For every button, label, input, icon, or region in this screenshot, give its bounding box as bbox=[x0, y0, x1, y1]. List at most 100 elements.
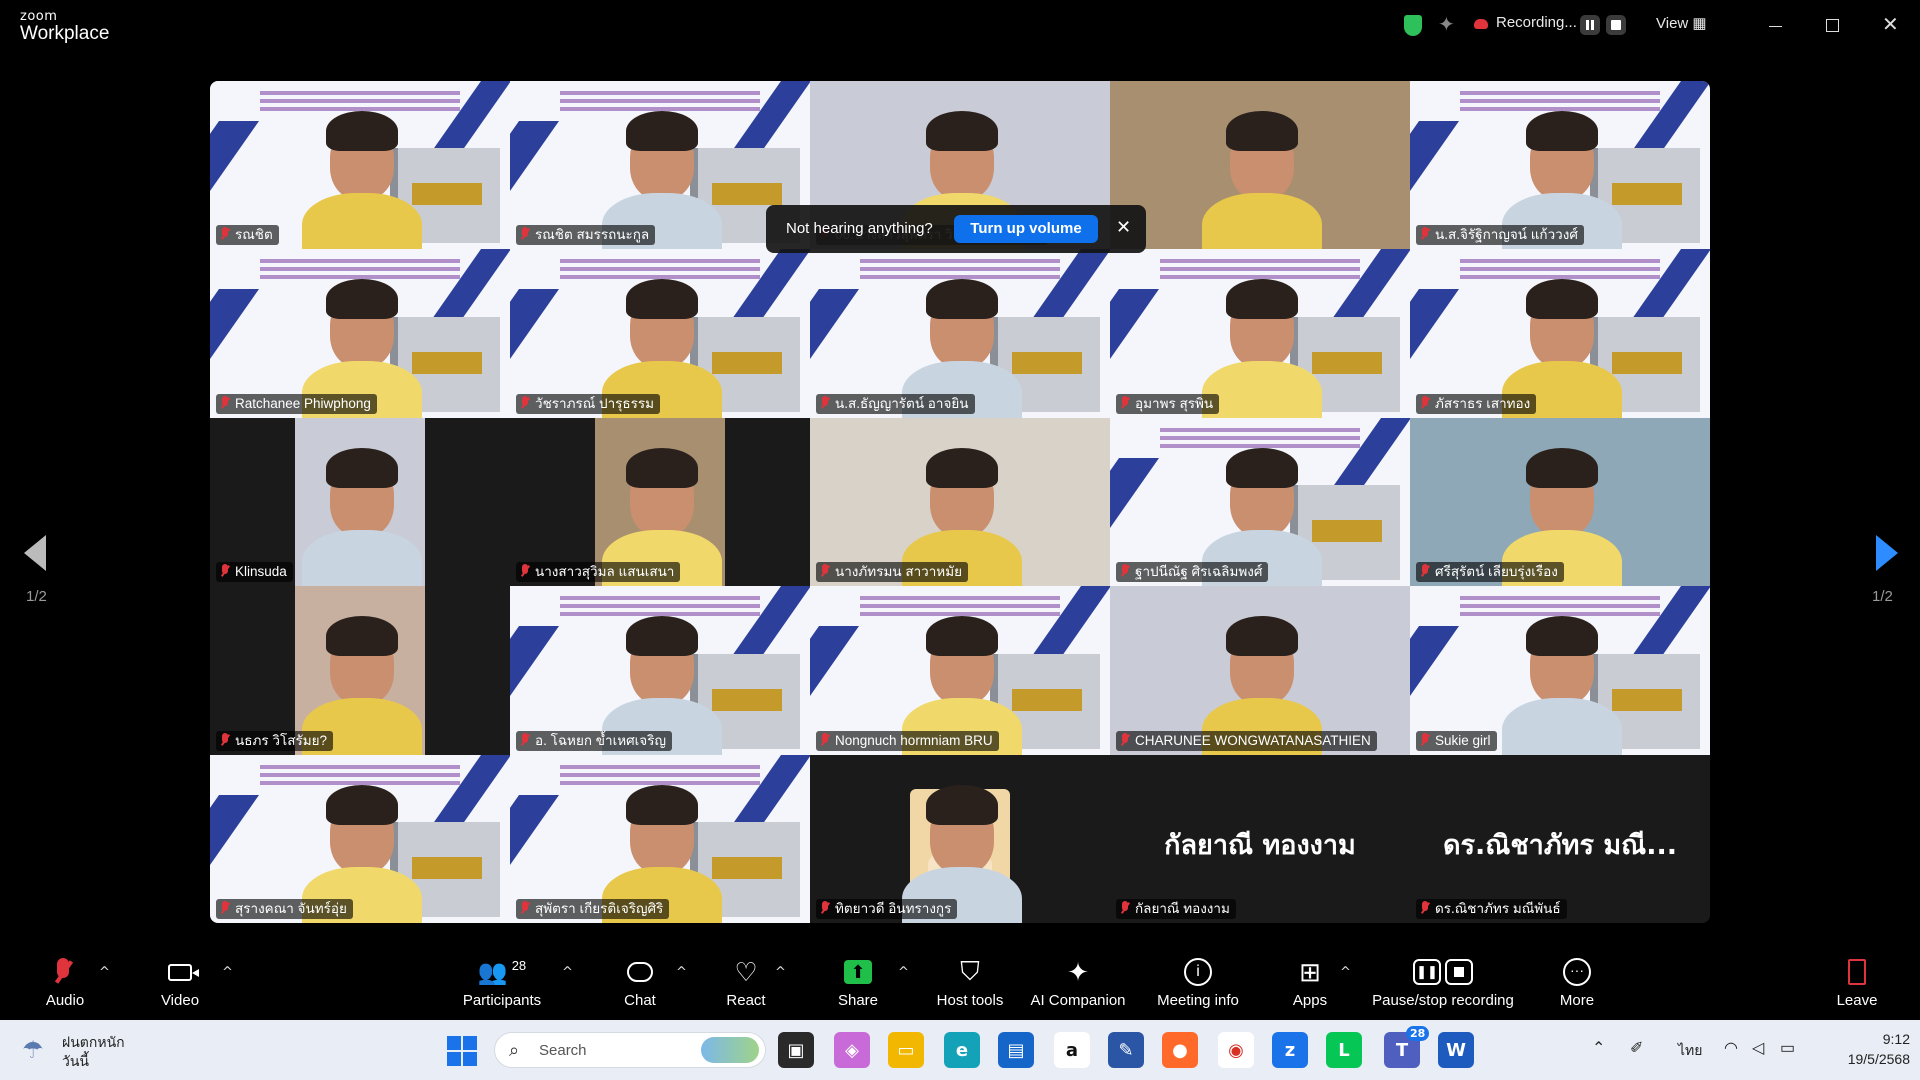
next-page-arrow[interactable] bbox=[1876, 535, 1898, 571]
pause-stop-recording-button[interactable]: ❚❚ Pause/stop recording bbox=[1368, 955, 1518, 1009]
participant-name-label: Ratchanee Phiwphong bbox=[216, 393, 377, 414]
zoom-app-icon[interactable]: z bbox=[1272, 1032, 1308, 1068]
clock-date[interactable]: 19/5/2568 bbox=[1818, 1051, 1910, 1067]
chevron-up-icon[interactable]: ⌃ bbox=[1592, 1038, 1605, 1058]
mic-muted-icon bbox=[40, 955, 90, 989]
apps-button[interactable]: ⊞ Apps bbox=[1285, 955, 1335, 1010]
more-button[interactable]: ··· More bbox=[1552, 955, 1602, 1009]
firefox-icon[interactable]: ● bbox=[1162, 1032, 1198, 1068]
chat-options-caret[interactable]: ^ bbox=[676, 965, 687, 980]
participant-name-label: นางภัทรมน สาวาหมัย bbox=[816, 562, 969, 583]
copilot-icon[interactable]: ◈ bbox=[834, 1032, 870, 1068]
edge-icon[interactable]: e bbox=[944, 1032, 980, 1068]
participant-tile[interactable]: Klinsuda bbox=[210, 417, 510, 587]
leave-button[interactable]: Leave bbox=[1832, 955, 1882, 1009]
participant-name-label: รณชิต bbox=[216, 225, 279, 246]
participant-tile[interactable]: ภัสราธร เสาทอง bbox=[1410, 249, 1710, 418]
meeting-info-button[interactable]: i Meeting info bbox=[1150, 955, 1246, 1009]
sparkle-icon[interactable]: ✦ bbox=[1438, 12, 1455, 36]
participant-tile[interactable]: รณชิต สมรรถนะกูล bbox=[510, 81, 810, 250]
windows-start-icon[interactable] bbox=[447, 1036, 477, 1066]
speaker-muted-icon[interactable]: ◁ bbox=[1752, 1038, 1764, 1058]
participant-tile[interactable]: ฐาปนีณัฐ ศิรเฉลิมพงศ์ bbox=[1110, 417, 1410, 587]
brand-large: Workplace bbox=[20, 23, 110, 44]
stop-recording-button[interactable] bbox=[1606, 15, 1626, 35]
brand-small: zoom bbox=[20, 9, 58, 24]
participant-tile[interactable]: Sukie girl bbox=[1410, 586, 1710, 755]
task-view-icon[interactable]: ▣ bbox=[778, 1032, 814, 1068]
share-options-caret[interactable]: ^ bbox=[898, 965, 909, 980]
participant-name: วัชราภรณ์ ปารุธรรม bbox=[535, 395, 655, 411]
previous-page-arrow[interactable] bbox=[24, 535, 46, 571]
participant-tile[interactable]: ศรีสุรัตน์ เลียบรุ่งเรือง bbox=[1410, 417, 1710, 587]
participant-tile[interactable]: ทิตยาวดี อินทรางกูร bbox=[810, 754, 1110, 923]
participant-name: นางภัทรมน สาวาหมัย bbox=[835, 564, 963, 580]
close-window-button[interactable]: ✕ bbox=[1882, 12, 1899, 36]
participant-name: น.ส.ธัญญารัตน์ อาจยิน bbox=[835, 395, 969, 411]
participant-tile[interactable]: นธภร วิโสรัมย? bbox=[210, 586, 510, 755]
participant-tile[interactable]: อุมาพร สุรพิน bbox=[1110, 249, 1410, 418]
participant-tile[interactable]: สุรางคณา จันทร์อุ่ย bbox=[210, 754, 510, 923]
shield-icon[interactable] bbox=[1404, 15, 1422, 36]
participant-name-label: Sukie girl bbox=[1416, 730, 1497, 751]
participant-tile[interactable]: กัลยาณี ทองงาม กัลยาณี ทองงาม bbox=[1110, 754, 1410, 923]
participant-tile[interactable]: Ratchanee Phiwphong bbox=[210, 249, 510, 418]
clock-time[interactable]: 9:12 bbox=[1840, 1031, 1910, 1047]
restore-button[interactable] bbox=[1826, 19, 1839, 32]
participant-display-name: กัลยาณี ทองงาม bbox=[1164, 829, 1356, 861]
video-button[interactable]: Video bbox=[155, 955, 205, 1009]
participant-body bbox=[1202, 193, 1322, 250]
participant-name-label: Klinsuda bbox=[216, 562, 293, 583]
participant-tile[interactable] bbox=[1110, 81, 1410, 250]
pen-icon[interactable]: ✐ bbox=[1630, 1038, 1643, 1058]
participant-tile[interactable]: CHARUNEE WONGWATANASATHIEN bbox=[1110, 586, 1410, 755]
audio-button[interactable]: Audio bbox=[40, 955, 90, 1009]
participant-tile[interactable]: นางภัทรมน สาวาหมัย bbox=[810, 417, 1110, 587]
minimize-button[interactable] bbox=[1769, 26, 1782, 27]
store-icon[interactable]: ▤ bbox=[998, 1032, 1034, 1068]
host-tools-button[interactable]: ⛉ Host tools bbox=[932, 955, 1008, 1009]
ai-companion-button[interactable]: ✦ AI Companion bbox=[1028, 955, 1128, 1010]
line-icon[interactable]: L bbox=[1326, 1032, 1362, 1068]
participant-tile[interactable]: นางสาวสุวิมล แสนเสนา bbox=[510, 417, 810, 587]
turn-up-volume-button[interactable]: Turn up volume bbox=[954, 215, 1098, 243]
battery-icon[interactable]: ▭ bbox=[1780, 1038, 1795, 1058]
snipping-icon[interactable]: ✎ bbox=[1108, 1032, 1144, 1068]
participant-tile[interactable]: รณชิต bbox=[210, 81, 510, 250]
participant-name-label: ดร.ณิชาภัทร มณีพันธ์ bbox=[1416, 898, 1567, 919]
audio-options-caret[interactable]: ^ bbox=[99, 965, 110, 980]
ai-companion-label: AI Companion bbox=[1030, 992, 1126, 1009]
react-options-caret[interactable]: ^ bbox=[775, 965, 786, 980]
wifi-icon[interactable]: ◠ bbox=[1724, 1038, 1738, 1058]
participant-tile[interactable]: Nongnuch hormniam BRU bbox=[810, 586, 1110, 755]
weather-icon[interactable]: ☂ bbox=[22, 1036, 44, 1064]
chat-button[interactable]: Chat bbox=[615, 955, 665, 1009]
participants-options-caret[interactable]: ^ bbox=[562, 965, 573, 980]
participant-name-label: รณชิต สมรรถนะกูล bbox=[516, 225, 656, 246]
teams-icon[interactable]: T 28 bbox=[1384, 1026, 1430, 1068]
participant-tile[interactable]: ดร.ณิชาภัทร มณี... ดร.ณิชาภัทร มณีพันธ์ bbox=[1410, 754, 1710, 923]
view-button[interactable]: View ▦ bbox=[1656, 14, 1707, 32]
pause-recording-button[interactable] bbox=[1580, 15, 1600, 35]
taskbar-search[interactable]: ⌕ Search bbox=[494, 1032, 766, 1068]
chrome-icon[interactable]: ◉ bbox=[1218, 1032, 1254, 1068]
apps-options-caret[interactable]: ^ bbox=[1340, 965, 1351, 980]
participant-tile[interactable]: วัชราภรณ์ ปารุธรรม bbox=[510, 249, 810, 418]
participants-button[interactable]: 👥 28 Participants bbox=[460, 955, 544, 1010]
participant-tile[interactable]: อ. โฉหยก ข้ำเหศเจริญ bbox=[510, 586, 810, 755]
participant-tile[interactable]: น.ส.ธัญญารัตน์ อาจยิน bbox=[810, 249, 1110, 418]
amazon-icon[interactable]: a bbox=[1054, 1032, 1090, 1068]
pause-stop-icon: ❚❚ bbox=[1368, 955, 1518, 989]
video-options-caret[interactable]: ^ bbox=[222, 965, 233, 980]
recording-cloud-icon bbox=[1474, 19, 1488, 29]
participant-name-label: ศรีสุรัตน์ เลียบรุ่งเรือง bbox=[1416, 562, 1564, 583]
file-explorer-icon[interactable]: ▭ bbox=[888, 1032, 924, 1068]
react-button[interactable]: ♡ React bbox=[721, 955, 771, 1010]
participant-tile[interactable]: น.ส.จิรัฐิกาญจน์ แก้ววงศ์ bbox=[1410, 81, 1710, 250]
close-icon[interactable]: ✕ bbox=[1116, 217, 1131, 238]
participant-tile[interactable]: สุพัตรา เกียรติเจริญศิริ bbox=[510, 754, 810, 923]
share-button[interactable]: ⬆ Share bbox=[833, 955, 883, 1009]
language-indicator[interactable]: ไทย bbox=[1678, 1040, 1702, 1062]
word-icon[interactable]: W bbox=[1438, 1032, 1474, 1068]
video-label: Video bbox=[160, 992, 200, 1009]
